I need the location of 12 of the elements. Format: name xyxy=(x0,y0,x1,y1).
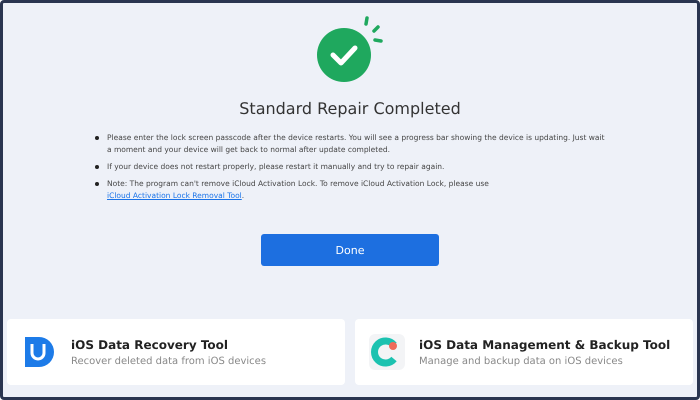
tool-title: iOS Data Management & Backup Tool xyxy=(419,338,670,352)
result-title: Standard Repair Completed xyxy=(239,99,461,118)
bullet-icon xyxy=(95,182,99,186)
app-icon xyxy=(369,334,405,370)
tool-subtitle: Manage and backup data on iOS devices xyxy=(419,356,624,366)
tool-card[interactable]: iOS Data Recovery Tool Recover deleted data from iOS devices xyxy=(7,319,345,385)
tool-title: iOS Data Recovery Tool xyxy=(71,338,230,352)
tool-subtitle: Recover deleted data from iOS devices xyxy=(71,356,266,366)
bullet-icon xyxy=(95,165,99,169)
bullet-icon xyxy=(95,136,99,140)
tool-card[interactable]: iOS Data Management & Backup Tool Manage and backup data on iOS devices xyxy=(355,319,693,385)
done-button[interactable]: Done xyxy=(261,234,439,266)
